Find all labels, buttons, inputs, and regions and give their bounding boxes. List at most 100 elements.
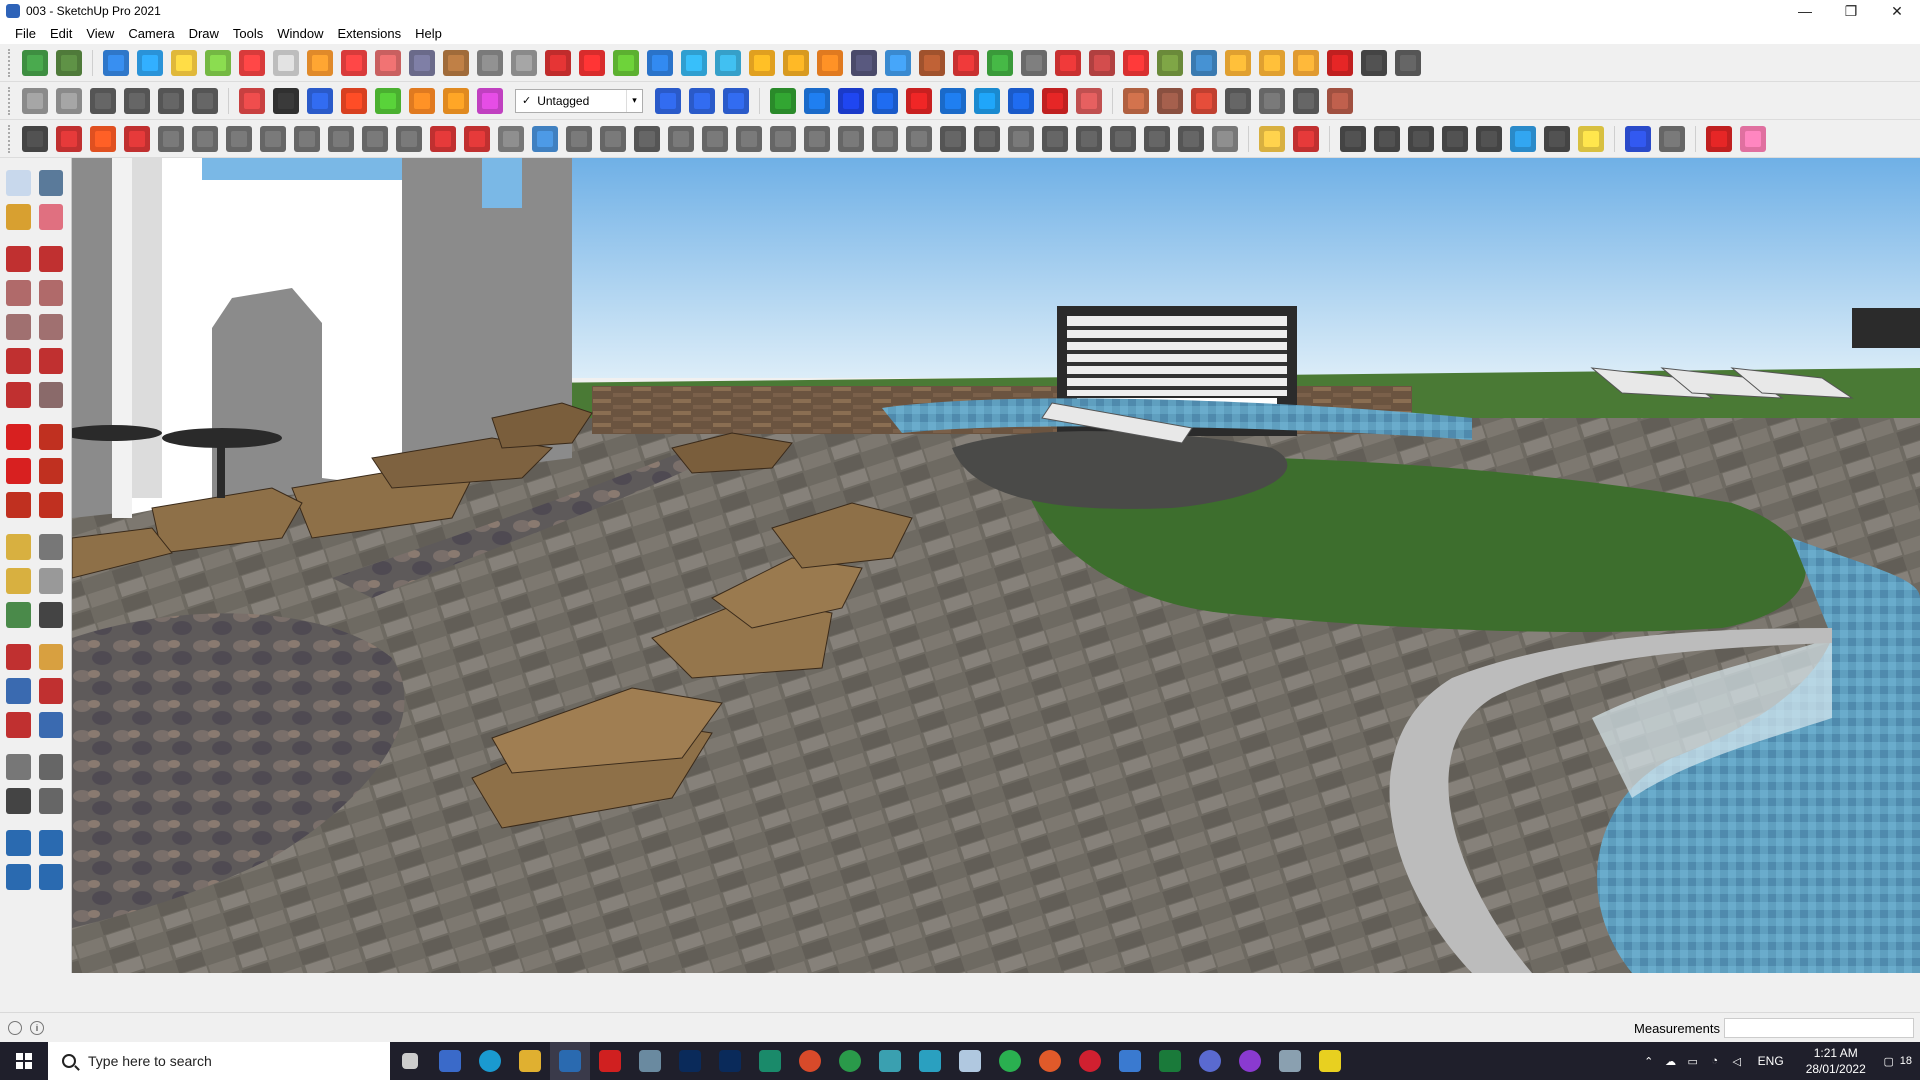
toolbar-grip[interactable] — [8, 86, 12, 115]
scale-icon[interactable] — [6, 492, 31, 518]
bezier-curve-icon[interactable] — [545, 49, 571, 76]
ellipse-icon[interactable] — [1442, 125, 1468, 152]
extrude-icon[interactable] — [919, 49, 945, 76]
sketchup-viewer-app[interactable] — [870, 1042, 910, 1080]
tape-measure-icon[interactable] — [477, 49, 503, 76]
roof-icon[interactable] — [1157, 87, 1183, 114]
offset-icon[interactable] — [396, 125, 422, 152]
rotate-left-icon[interactable] — [1008, 87, 1034, 114]
stretch-icon[interactable] — [940, 87, 966, 114]
lasso-icon[interactable] — [1578, 125, 1604, 152]
path-icon[interactable] — [804, 125, 830, 152]
menu-camera[interactable]: Camera — [121, 26, 181, 41]
menu-extensions[interactable]: Extensions — [331, 26, 409, 41]
stair-icon[interactable] — [498, 125, 524, 152]
grid-maker-icon[interactable] — [1157, 49, 1183, 76]
lathe-icon[interactable] — [328, 125, 354, 152]
arc-tool-icon[interactable] — [6, 348, 31, 374]
spiral-icon[interactable] — [817, 49, 843, 76]
pan-icon[interactable] — [38, 644, 63, 670]
photoshop-app[interactable] — [670, 1042, 710, 1080]
info-icon[interactable]: i — [30, 1020, 44, 1035]
layer-stack-icon[interactable] — [736, 125, 762, 152]
zoom-icon[interactable] — [6, 678, 31, 704]
environment-icon[interactable] — [1293, 87, 1319, 114]
iso-view-icon[interactable] — [22, 87, 48, 114]
bend-icon[interactable] — [702, 125, 728, 152]
zoom-extents-icon[interactable] — [6, 712, 31, 738]
fredo-scale-icon[interactable] — [1123, 49, 1149, 76]
smooth-icon[interactable] — [260, 125, 286, 152]
move-plus-icon[interactable] — [579, 49, 605, 76]
style-builder-app[interactable] — [910, 1042, 950, 1080]
toolbar-grip[interactable] — [8, 124, 12, 153]
corner-icon[interactable] — [362, 125, 388, 152]
hand-icon[interactable] — [634, 125, 660, 152]
move-right-icon[interactable] — [409, 87, 435, 114]
extension-warehouse-icon[interactable] — [56, 49, 82, 76]
rotate-tool-icon[interactable] — [6, 458, 31, 484]
whatsapp-app[interactable] — [990, 1042, 1030, 1080]
chrome-app[interactable] — [790, 1042, 830, 1080]
tape-measure-tool-icon[interactable] — [6, 534, 31, 560]
column-icon[interactable] — [566, 125, 592, 152]
weld-icon[interactable] — [1021, 49, 1047, 76]
notification-icon[interactable]: ▢ — [1878, 1042, 1900, 1080]
move-back-icon[interactable] — [477, 87, 503, 114]
rectangle-tool-icon[interactable] — [6, 280, 31, 306]
menu-tools[interactable]: Tools — [226, 26, 270, 41]
podcast-app[interactable] — [1230, 1042, 1270, 1080]
axis-icon[interactable] — [838, 87, 864, 114]
sketchup-app[interactable] — [550, 1042, 590, 1080]
pyramid-icon[interactable] — [749, 49, 775, 76]
curve-icon[interactable] — [1510, 125, 1536, 152]
select-ring-icon[interactable] — [1659, 125, 1685, 152]
protractor-icon[interactable] — [511, 49, 537, 76]
front-view-icon[interactable] — [90, 87, 116, 114]
solid-tools-subtract-icon[interactable] — [171, 49, 197, 76]
taskbar-search-box[interactable]: Type here to search — [48, 1042, 390, 1080]
menu-draw[interactable]: Draw — [182, 26, 226, 41]
move-front-icon[interactable] — [443, 87, 469, 114]
minimize-button[interactable]: — — [1782, 0, 1828, 22]
explode-icon[interactable] — [1327, 49, 1353, 76]
look-around-icon[interactable] — [38, 754, 63, 780]
tag-icon[interactable] — [1259, 125, 1285, 152]
follow-me-icon[interactable] — [307, 49, 333, 76]
line-tool-icon[interactable] — [6, 246, 31, 272]
torus-icon[interactable] — [1544, 125, 1570, 152]
dimension-tool-icon[interactable] — [38, 534, 63, 560]
close-button[interactable]: ✕ — [1874, 0, 1920, 22]
sphere-icon[interactable] — [294, 125, 320, 152]
solid-tools-intersect-icon[interactable] — [137, 49, 163, 76]
volume-icon[interactable]: ◁ — [1726, 1042, 1748, 1080]
freehand-tool-icon[interactable] — [38, 246, 63, 272]
battery-icon[interactable]: ▭ — [1682, 1042, 1704, 1080]
dimension-icon[interactable] — [409, 49, 435, 76]
menu-edit[interactable]: Edit — [43, 26, 79, 41]
grid-icon[interactable] — [974, 125, 1000, 152]
circle-tool-icon[interactable] — [6, 314, 31, 340]
curviloft-icon[interactable] — [987, 49, 1013, 76]
previous-view-icon[interactable] — [38, 712, 63, 738]
sandbox-stamp-icon[interactable] — [38, 830, 63, 856]
move-left-icon[interactable] — [375, 87, 401, 114]
align-icon[interactable] — [239, 87, 265, 114]
left-view-icon[interactable] — [192, 87, 218, 114]
round-corner-icon[interactable] — [851, 49, 877, 76]
arc-loop-icon[interactable] — [783, 49, 809, 76]
cone-icon[interactable] — [715, 49, 741, 76]
move-tool-icon[interactable] — [6, 424, 31, 450]
connect-icon[interactable] — [1706, 125, 1732, 152]
sandbox-add-detail-icon[interactable] — [38, 864, 63, 890]
snipping-app[interactable] — [630, 1042, 670, 1080]
texture-icon[interactable] — [804, 87, 830, 114]
box-icon[interactable] — [1212, 125, 1238, 152]
browser-app[interactable] — [1270, 1042, 1310, 1080]
start-button[interactable] — [0, 1042, 48, 1080]
sandbox-smoove-icon[interactable] — [6, 830, 31, 856]
file-explorer-app[interactable] — [510, 1042, 550, 1080]
acrobat-app[interactable] — [590, 1042, 630, 1080]
chrome-profile-app[interactable] — [830, 1042, 870, 1080]
wall-icon[interactable] — [1042, 125, 1068, 152]
